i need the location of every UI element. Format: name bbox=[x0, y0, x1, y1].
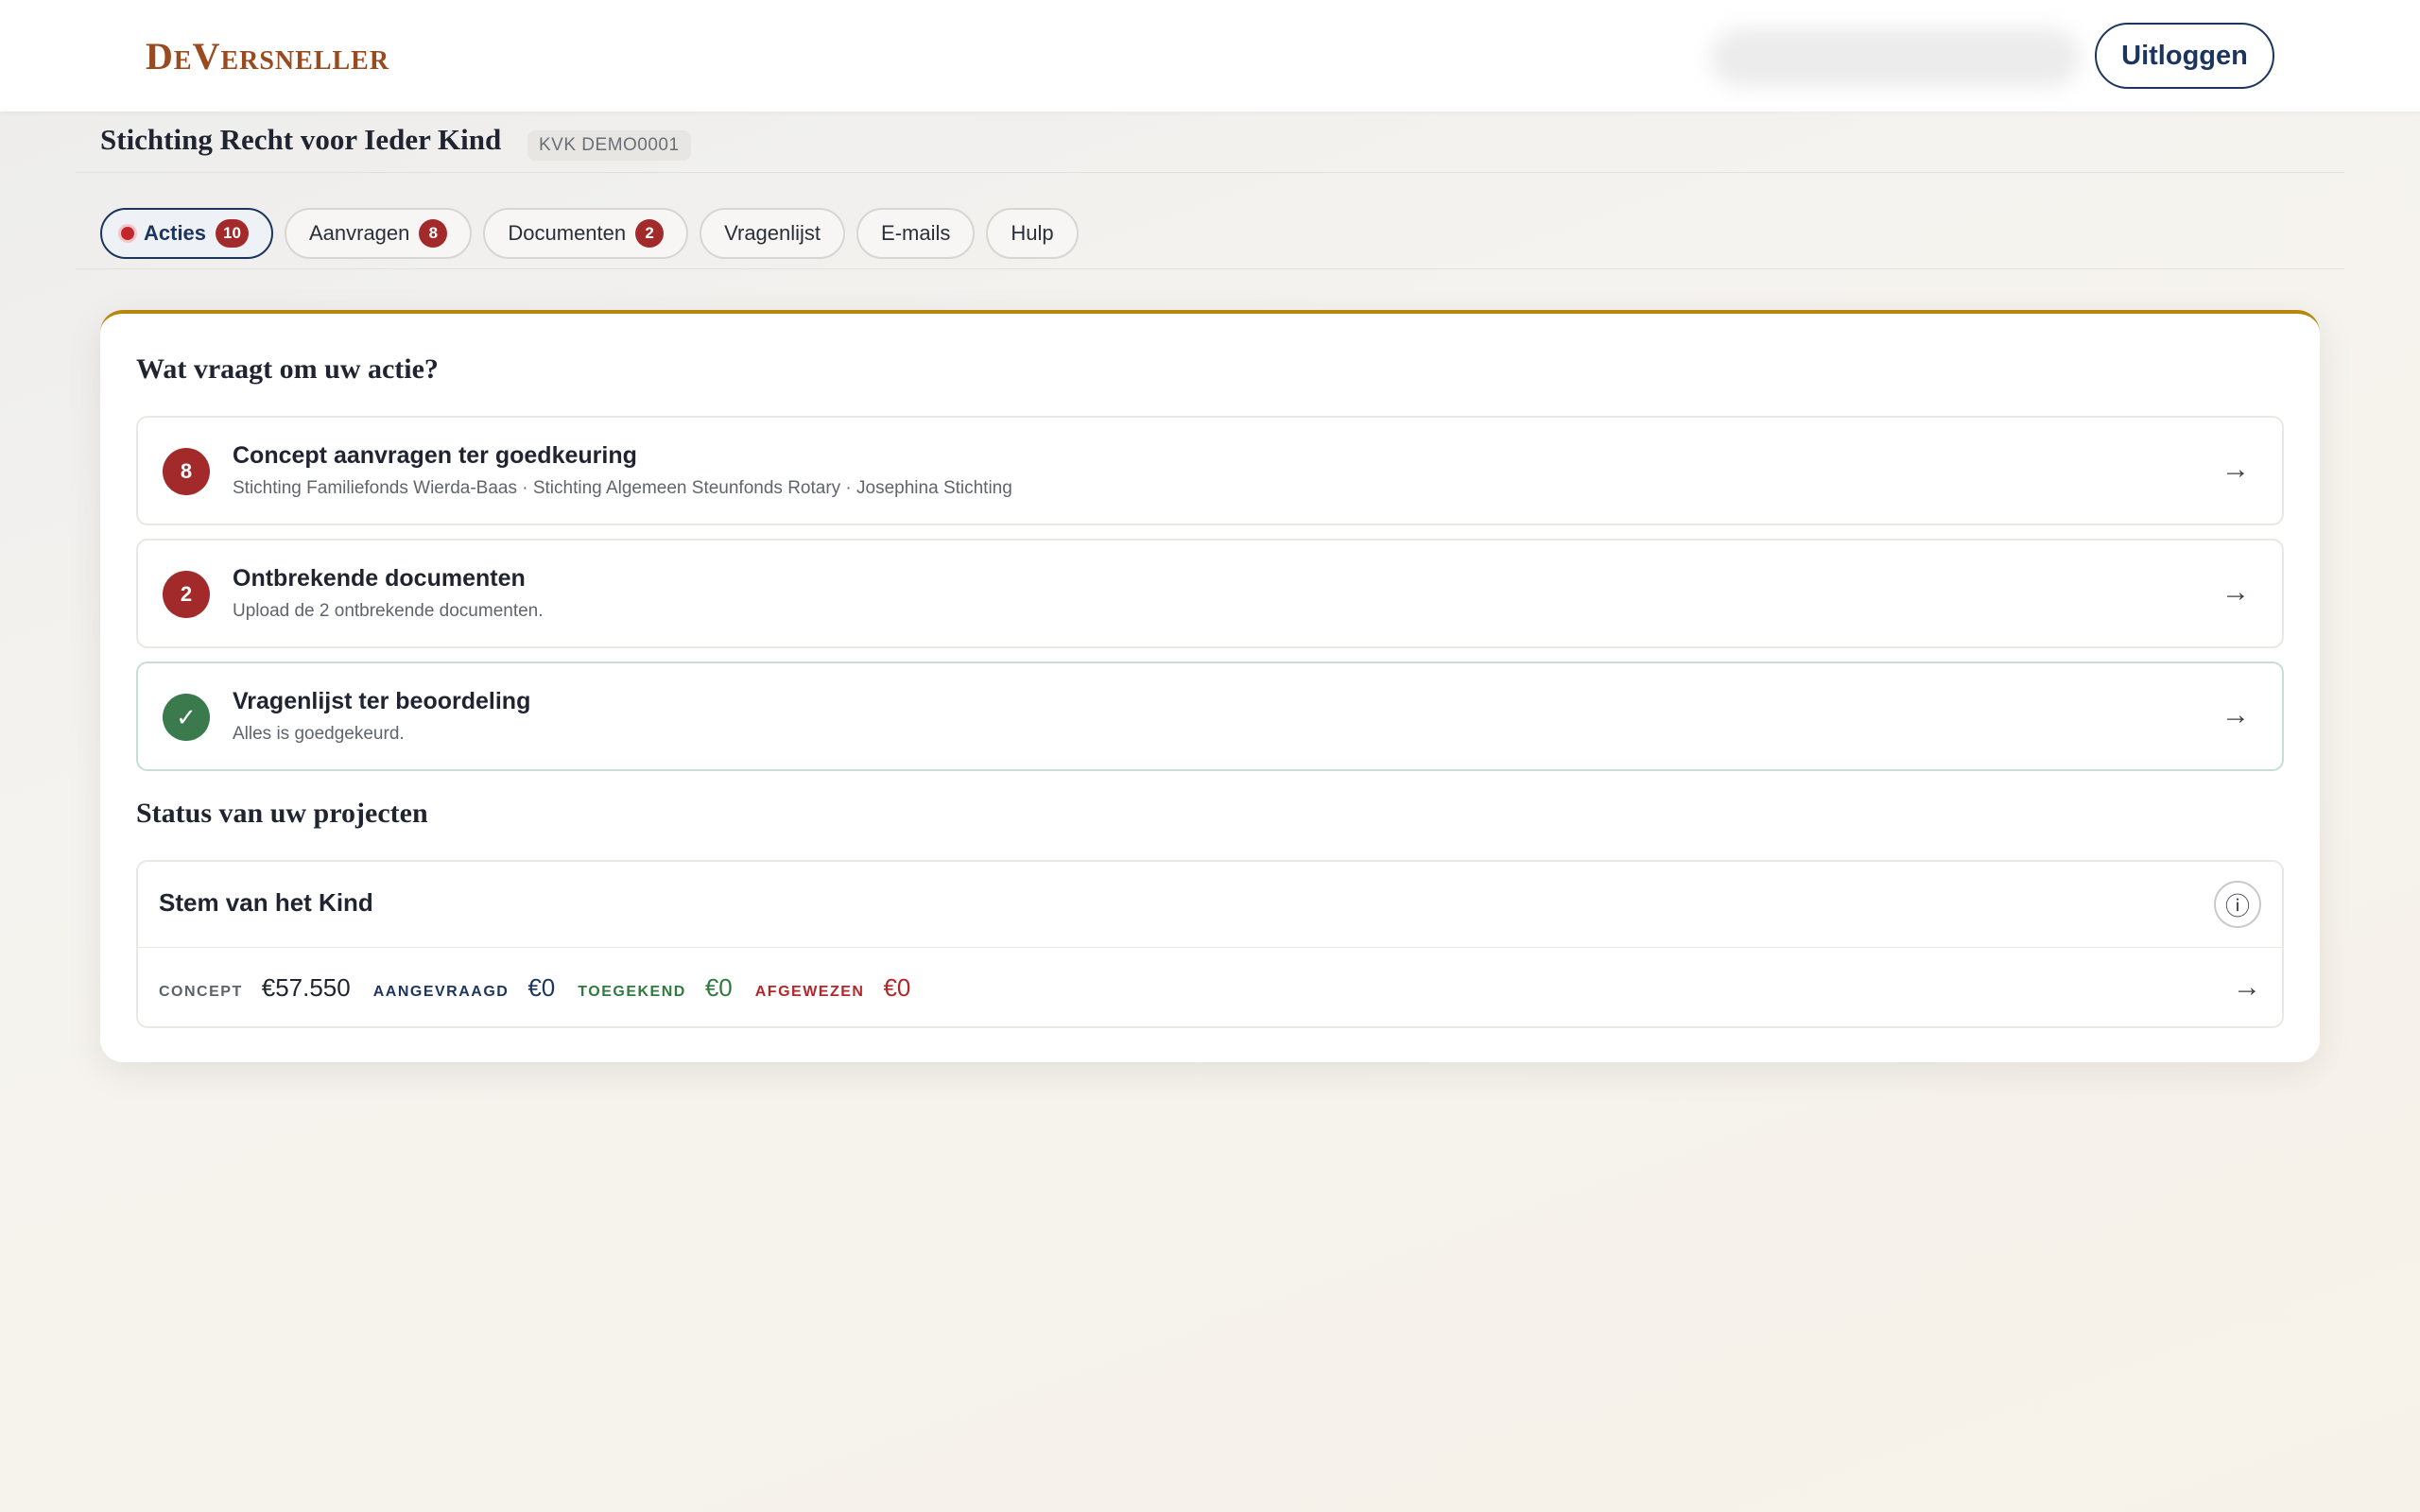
count-badge: 8 bbox=[163, 448, 210, 495]
projects-heading: Status van uw projecten bbox=[136, 798, 428, 829]
divider bbox=[76, 268, 2344, 269]
tab-label: Acties bbox=[144, 221, 207, 245]
stat-label-concept: Concept bbox=[159, 984, 243, 1000]
active-dot-icon bbox=[121, 227, 134, 240]
organization-name: Stichting Recht voor Ieder Kind bbox=[100, 123, 502, 156]
tab-documenten[interactable]: Documenten 2 bbox=[483, 208, 689, 259]
user-info-redacted bbox=[1711, 28, 2080, 87]
logo[interactable]: DeVersneller bbox=[146, 34, 389, 78]
stat-value-toegekend: €0 bbox=[704, 973, 733, 1002]
tab-label: E-mails bbox=[881, 221, 951, 245]
action-item-concept-aanvragen[interactable]: 8 Concept aanvragen ter goedkeuring Stic… bbox=[136, 416, 2284, 525]
arrow-right-icon: → bbox=[2221, 576, 2250, 608]
project-card[interactable]: Stem van het Kind ⓘ Concept €57.550 Aang… bbox=[136, 860, 2284, 1028]
tab-label: Vragenlijst bbox=[724, 221, 821, 245]
arrow-right-icon: → bbox=[2233, 971, 2261, 1003]
actions-heading: Wat vraagt om uw actie? bbox=[136, 353, 439, 385]
stat-value-aangevraagd: €0 bbox=[527, 973, 556, 1002]
tab-label: Documenten bbox=[508, 221, 627, 245]
arrow-right-icon: → bbox=[2221, 454, 2250, 485]
top-bar: DeVersneller Uitloggen bbox=[0, 0, 2420, 112]
action-title: Concept aanvragen ter goedkeuring bbox=[233, 442, 637, 469]
tab-hulp[interactable]: Hulp bbox=[986, 208, 1079, 259]
tab-vragenlijst[interactable]: Vragenlijst bbox=[700, 208, 846, 259]
arrow-right-icon: → bbox=[2221, 699, 2250, 730]
logout-button[interactable]: Uitloggen bbox=[2095, 23, 2274, 89]
main-card: Wat vraagt om uw actie? 8 Concept aanvra… bbox=[100, 310, 2320, 1062]
project-name: Stem van het Kind bbox=[159, 888, 373, 917]
action-title: Ontbrekende documenten bbox=[233, 565, 526, 592]
tab-label: Aanvragen bbox=[308, 221, 410, 245]
tab-label: Hulp bbox=[1011, 221, 1054, 245]
stat-label-toegekend: Toegekend bbox=[578, 984, 686, 1000]
action-subtitle: Upload de 2 ontbrekende documenten. bbox=[233, 601, 544, 621]
stat-label-afgewezen: Afgewezen bbox=[754, 984, 865, 1000]
count-badge: 10 bbox=[216, 219, 249, 248]
count-badge: 8 bbox=[419, 219, 448, 248]
project-stats: Concept €57.550 Aangevraagd €0 Toegekend… bbox=[159, 973, 910, 1003]
tab-e-mails[interactable]: E-mails bbox=[856, 208, 976, 259]
stat-value-concept: €57.550 bbox=[261, 973, 351, 1002]
action-item-ontbrekende-documenten[interactable]: 2 Ontbrekende documenten Upload de 2 ont… bbox=[136, 539, 2284, 648]
action-subtitle: Stichting Familiefonds Wierda-Baas · Sti… bbox=[233, 478, 1012, 498]
tab-acties[interactable]: Acties 10 bbox=[100, 208, 273, 259]
tab-aanvragen[interactable]: Aanvragen 8 bbox=[284, 208, 473, 259]
count-badge: 2 bbox=[163, 571, 210, 618]
divider bbox=[76, 172, 2344, 173]
action-item-vragenlijst[interactable]: ✓ Vragenlijst ter beoordeling Alles is g… bbox=[136, 662, 2284, 771]
count-badge: 2 bbox=[635, 219, 665, 248]
stat-label-aangevraagd: Aangevraagd bbox=[372, 984, 510, 1000]
info-icon[interactable]: ⓘ bbox=[2214, 881, 2261, 928]
stat-value-afgewezen: €0 bbox=[883, 973, 911, 1002]
kvk-badge: KVK DEMO0001 bbox=[527, 130, 691, 161]
action-subtitle: Alles is goedgekeurd. bbox=[233, 724, 405, 744]
action-title: Vragenlijst ter beoordeling bbox=[233, 688, 531, 714]
checkmark-icon: ✓ bbox=[163, 694, 210, 741]
divider bbox=[138, 947, 2282, 948]
tab-bar: Acties 10 Aanvragen 8 Documenten 2 Vrage… bbox=[100, 208, 1079, 259]
